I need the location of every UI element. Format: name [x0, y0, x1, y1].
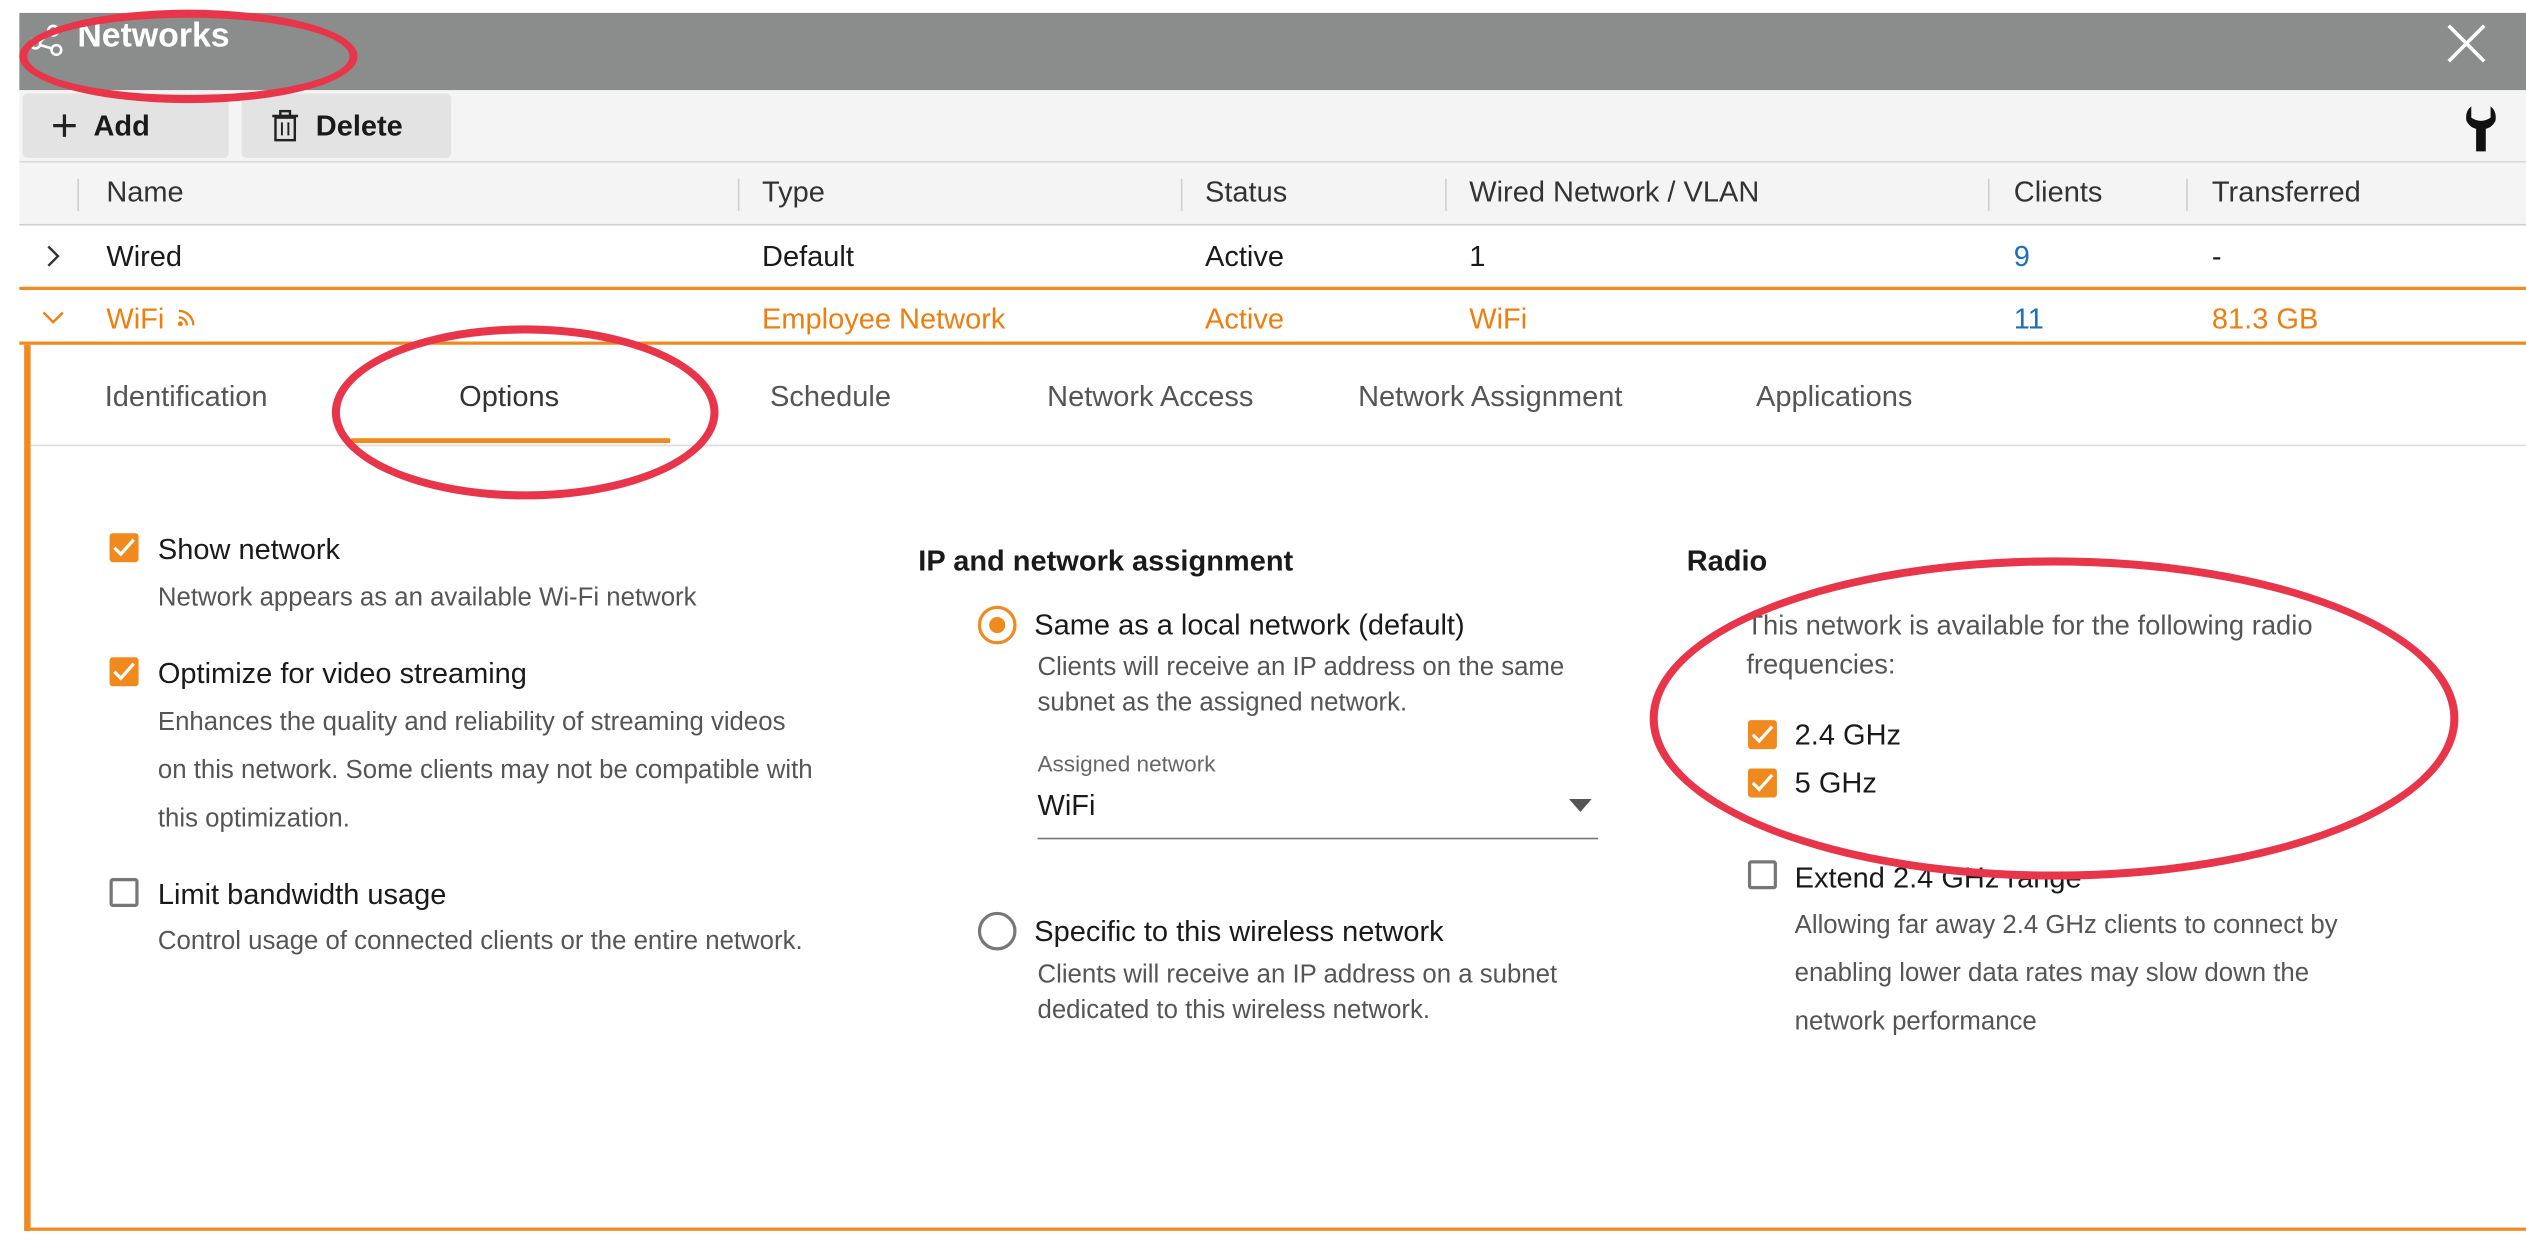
- column-separator: [2186, 178, 2188, 212]
- checkmark-icon: [1751, 773, 1774, 792]
- optimize-video-description-line: this optimization.: [157, 805, 350, 833]
- radio-5ghz-checkbox[interactable]: [1747, 768, 1777, 798]
- same-local-network-radio[interactable]: [977, 605, 1017, 645]
- column-separator: [1987, 178, 1990, 212]
- specific-wireless-description-line: dedicated to this wireless network.: [1037, 997, 1431, 1025]
- cell-transferred: 81.3 GB: [2211, 302, 2319, 336]
- table-header: Name Type Status Wired Network / VLAN Cl…: [19, 162, 2526, 226]
- tab-network-assignment[interactable]: Network Assignment: [1358, 380, 1622, 414]
- cell-type: Default: [762, 240, 854, 273]
- network-share-icon: [29, 24, 63, 57]
- close-icon[interactable]: [2442, 19, 2490, 67]
- tab-applications[interactable]: Applications: [1756, 380, 1912, 414]
- delete-button-label: Delete: [315, 108, 403, 141]
- trash-icon: [272, 109, 299, 142]
- column-header-clients[interactable]: Clients: [2014, 176, 2103, 210]
- radio-intro-line: This network is available for the follow…: [1746, 610, 2313, 642]
- assigned-network-select[interactable]: WiFi: [1037, 786, 1599, 840]
- assigned-network-label: Assigned network: [1037, 750, 1216, 777]
- specific-wireless-label: Specific to this wireless network: [1034, 915, 1444, 948]
- radio-24ghz-label: 2.4 GHz: [1794, 718, 1902, 751]
- dropdown-caret-icon: [1569, 799, 1592, 812]
- extend-range-checkbox[interactable]: [1747, 860, 1777, 890]
- checkmark-icon: [113, 662, 135, 681]
- column-header-status[interactable]: Status: [1205, 176, 1287, 210]
- ip-assignment-heading: IP and network assignment: [918, 544, 1294, 577]
- extend-range-description-line: network performance: [1794, 1008, 2037, 1036]
- radio-intro-line: frequencies:: [1746, 649, 1896, 680]
- same-local-network-label: Same as a local network (default): [1034, 608, 1465, 642]
- optimize-video-description-line: Enhances the quality and reliability of …: [157, 708, 786, 737]
- specific-wireless-description-line: Clients will receive an IP address on a …: [1037, 961, 1558, 990]
- extend-range-description-line: enabling lower data rates may slow down …: [1794, 960, 2310, 988]
- wifi-broadcast-icon: [178, 309, 195, 327]
- tab-bar: Identification Options Schedule Network …: [30, 345, 2526, 447]
- column-separator: [77, 178, 79, 212]
- column-separator: [737, 178, 740, 212]
- show-network-description: Network appears as an available Wi-Fi ne…: [157, 584, 697, 613]
- cell-transferred: -: [2211, 240, 2222, 273]
- optimize-video-checkbox[interactable]: [109, 657, 139, 687]
- column-header-name[interactable]: Name: [106, 176, 183, 210]
- column-header-type[interactable]: Type: [762, 176, 825, 210]
- chevron-down-icon[interactable]: [42, 309, 65, 325]
- chevron-right-icon[interactable]: [45, 245, 61, 268]
- assigned-network-value: WiFi: [1037, 789, 1096, 822]
- radio-5ghz-label: 5 GHz: [1794, 766, 1877, 800]
- cell-type: Employee Network: [762, 302, 1006, 336]
- cell-name: Wired: [106, 240, 183, 273]
- plus-icon: [53, 114, 76, 137]
- cell-clients-link[interactable]: 11: [2014, 303, 2044, 337]
- column-header-transferred[interactable]: Transferred: [2212, 176, 2361, 210]
- specific-wireless-radio[interactable]: [977, 911, 1017, 951]
- column-separator: [1180, 178, 1183, 212]
- cell-name: WiFi: [106, 302, 165, 336]
- same-local-network-description-line: Clients will receive an IP address on th…: [1037, 654, 1565, 682]
- tab-schedule[interactable]: Schedule: [770, 380, 891, 414]
- column-separator: [1445, 178, 1447, 212]
- radio-24ghz-checkbox[interactable]: [1747, 720, 1777, 750]
- limit-bandwidth-label: Limit bandwidth usage: [157, 877, 447, 911]
- cell-status: Active: [1205, 240, 1285, 273]
- table-row[interactable]: Wired Default Active 1 9 -: [19, 226, 2526, 287]
- window-titlebar: [19, 12, 2526, 91]
- cell-vlan: WiFi: [1469, 302, 1528, 336]
- table-row-selected[interactable]: WiFi Employee Network Active WiFi 11 81.…: [19, 286, 2526, 345]
- wrench-icon[interactable]: [2462, 103, 2501, 155]
- active-tab-indicator: [351, 438, 671, 444]
- cell-status: Active: [1205, 302, 1285, 336]
- tab-identification[interactable]: Identification: [105, 380, 268, 414]
- show-network-checkbox[interactable]: [109, 533, 139, 563]
- show-network-label: Show network: [157, 533, 341, 566]
- extend-range-description-line: Allowing far away 2.4 GHz clients to con…: [1794, 911, 2338, 940]
- checkmark-icon: [113, 538, 135, 557]
- optimize-video-label: Optimize for video streaming: [157, 657, 527, 690]
- tab-network-access[interactable]: Network Access: [1047, 380, 1253, 414]
- checkmark-icon: [1751, 725, 1774, 744]
- optimize-video-description-line: on this network. Some clients may not be…: [157, 757, 813, 785]
- column-header-wired-vlan[interactable]: Wired Network / VLAN: [1469, 176, 1759, 210]
- tab-options[interactable]: Options: [459, 380, 559, 414]
- window-title: Networks: [77, 17, 230, 55]
- radio-heading: Radio: [1686, 544, 1768, 577]
- same-local-network-description-line: subnet as the assigned network.: [1037, 689, 1408, 717]
- add-button[interactable]: Add: [22, 93, 229, 158]
- delete-button[interactable]: Delete: [241, 93, 452, 158]
- toolbar: Add Delete: [19, 90, 2526, 163]
- limit-bandwidth-description: Control usage of connected clients or th…: [157, 927, 803, 956]
- cell-clients-link[interactable]: 9: [2014, 240, 2030, 274]
- add-button-label: Add: [93, 108, 150, 141]
- limit-bandwidth-checkbox[interactable]: [109, 877, 139, 907]
- extend-range-label: Extend 2.4 GHz range: [1794, 861, 2082, 895]
- cell-vlan: 1: [1469, 240, 1486, 273]
